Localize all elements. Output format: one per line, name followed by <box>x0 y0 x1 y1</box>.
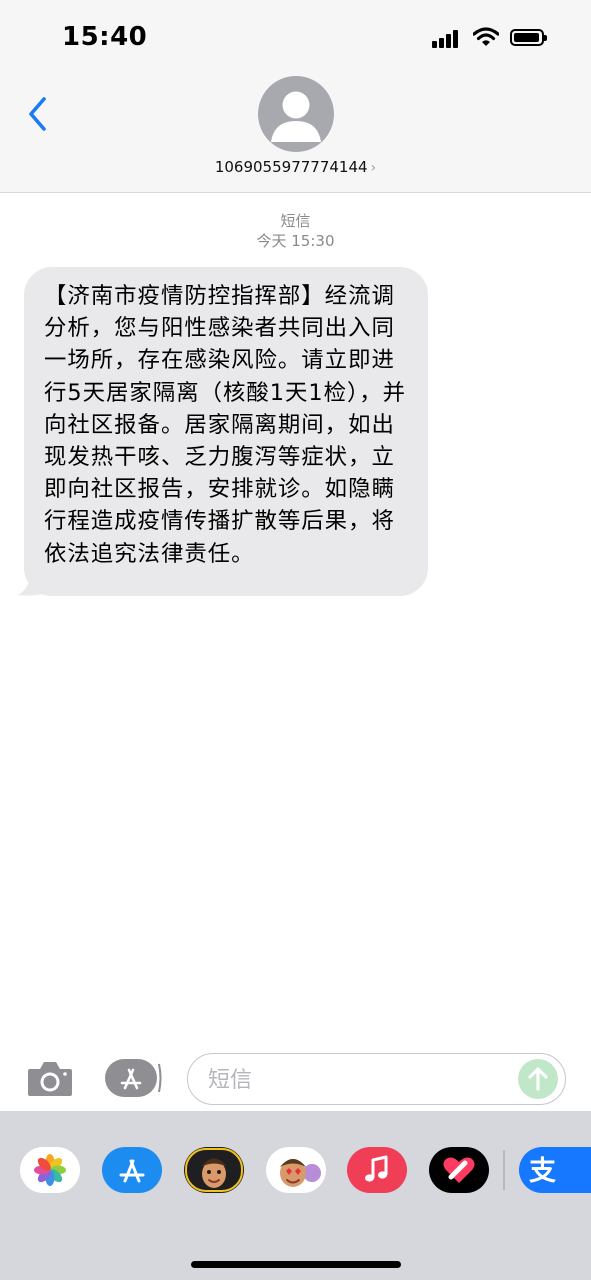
home-indicator[interactable] <box>191 1261 401 1268</box>
message-meta: 短信 今天 15:30 <box>0 211 591 251</box>
service-label: 短信 <box>280 212 311 230</box>
app-store-icon[interactable] <box>102 1147 162 1193</box>
alipay-glyph: 支 <box>529 1156 556 1187</box>
contact-number: 1069055977774144 <box>214 158 368 176</box>
chevron-right-icon: › <box>370 160 377 176</box>
conversation-header: 1069055977774144 › <box>0 74 591 193</box>
digital-touch-icon[interactable] <box>429 1147 489 1193</box>
animoji-stickers-icon[interactable] <box>266 1147 326 1193</box>
alipay-icon[interactable]: 支 <box>519 1147 591 1193</box>
received-message-bubble[interactable]: 【济南市疫情防控指挥部】经流调分析，您与阳性感染者共同出入同一场所，存在感染风险… <box>24 267 428 596</box>
memoji-icon[interactable] <box>184 1147 244 1193</box>
message-text: 【济南市疫情防控指挥部】经流调分析，您与阳性感染者共同出入同一场所，存在感染风险… <box>44 283 407 567</box>
camera-icon[interactable] <box>26 1058 74 1100</box>
contact-avatar[interactable] <box>258 76 334 152</box>
app-drawer: 支 <box>0 1111 591 1280</box>
status-time: 15:40 <box>62 22 148 52</box>
app-store-icon[interactable] <box>104 1058 162 1098</box>
status-bar: 15:40 <box>0 0 591 74</box>
arrow-up-icon <box>528 1067 548 1091</box>
music-icon[interactable] <box>347 1147 407 1193</box>
send-button[interactable] <box>518 1059 558 1099</box>
message-input[interactable] <box>206 1062 510 1098</box>
photos-icon[interactable] <box>20 1147 80 1193</box>
drawer-divider <box>503 1150 505 1190</box>
signal-bars-icon <box>432 30 462 48</box>
battery-icon <box>510 29 547 46</box>
message-timestamp: 今天 15:30 <box>256 232 335 250</box>
wifi-icon <box>473 27 499 46</box>
contact-name[interactable]: 1069055977774144 › <box>0 158 591 176</box>
message-input-field[interactable] <box>187 1053 566 1105</box>
chevron-left-icon[interactable] <box>22 94 52 134</box>
person-silhouette-icon <box>271 91 321 142</box>
